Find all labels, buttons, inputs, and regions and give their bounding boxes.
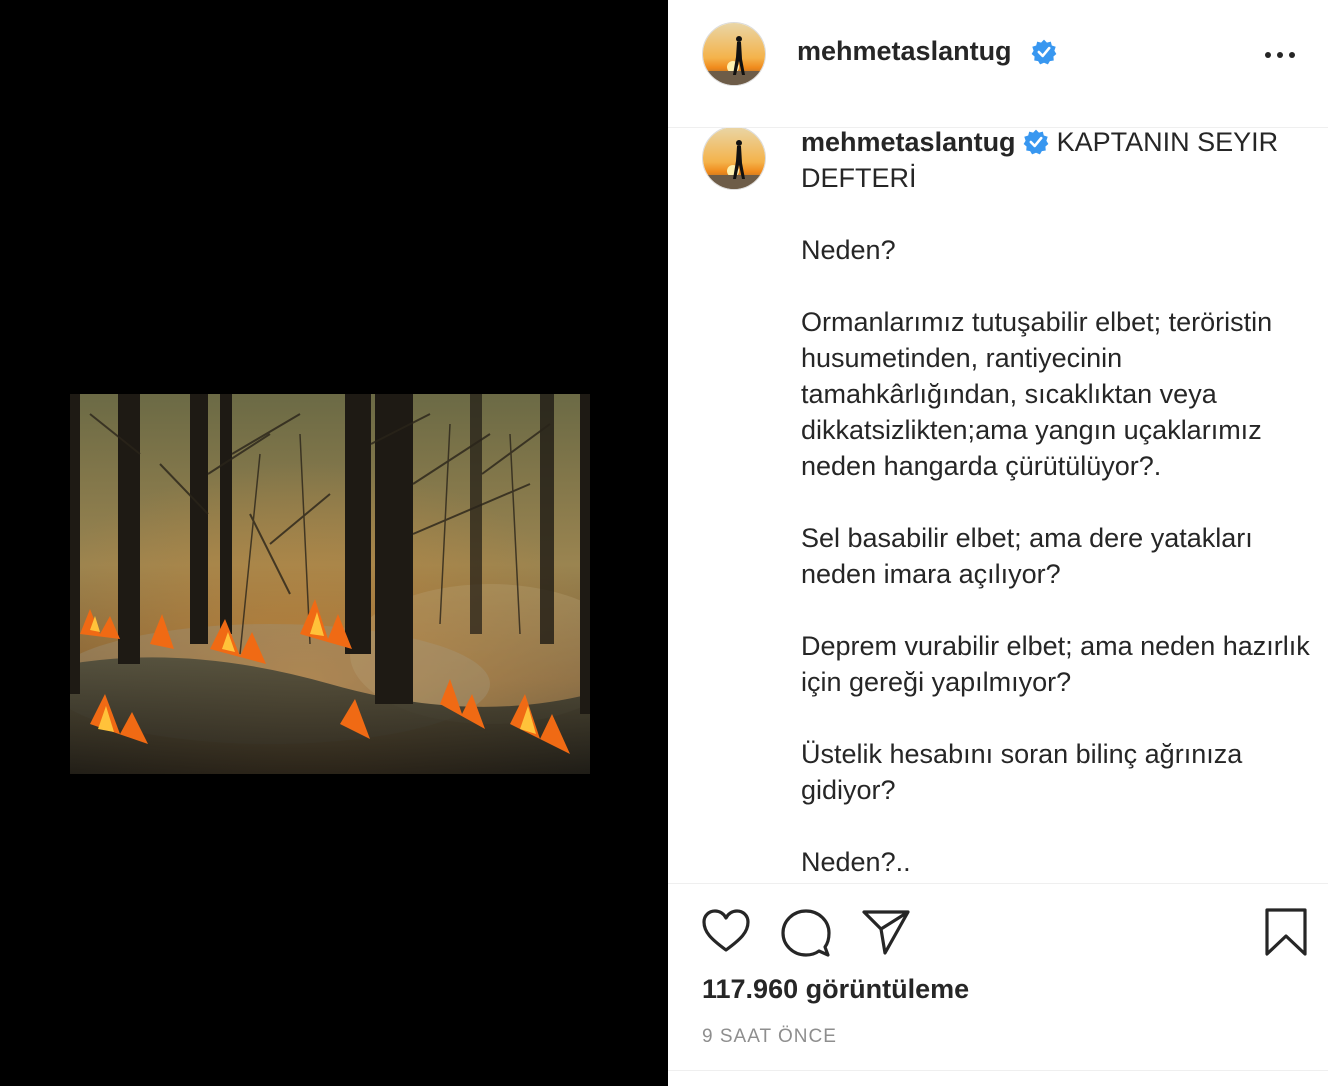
- ellipsis-icon: [1265, 52, 1295, 58]
- profile-avatar[interactable]: [702, 22, 766, 86]
- comment-icon: [781, 909, 831, 957]
- caption-paragraph: Üstelik hesabını soran bilinç ağrınıza g…: [801, 739, 1243, 805]
- caption-avatar[interactable]: [702, 128, 766, 190]
- views-count[interactable]: 117.960 görüntüleme: [702, 974, 969, 1005]
- forest-fire-photo[interactable]: [70, 394, 590, 774]
- caption-username[interactable]: mehmetaslantug: [801, 128, 1016, 157]
- paper-plane-icon: [862, 910, 910, 955]
- verified-badge-icon: [1023, 129, 1049, 155]
- caption-paragraph: Neden?: [801, 235, 896, 265]
- post-username[interactable]: mehmetaslantug: [797, 36, 1012, 67]
- caption-paragraph: Deprem vurabilir elbet; ama neden hazırl…: [801, 631, 1310, 697]
- post-header: mehmetaslantug: [668, 0, 1328, 128]
- caption-paragraph: Sel basabilir elbet; ama dere yatakları …: [801, 523, 1253, 589]
- verified-badge-icon: [1031, 39, 1057, 65]
- like-button[interactable]: [701, 908, 751, 959]
- post-side-pane: mehmetaslantug mehmetaslantug KAPTANIN S…: [668, 0, 1328, 1086]
- comment-button[interactable]: [781, 908, 831, 963]
- bookmark-icon: [1265, 908, 1307, 956]
- post-media-pane: [0, 0, 668, 1086]
- post-timestamp[interactable]: 9 SAAT ÖNCE: [702, 1026, 837, 1048]
- caption-area: mehmetaslantug KAPTANIN SEYIR DEFTERİ Ne…: [668, 128, 1328, 883]
- post-actions-bar: 117.960 görüntüleme 9 SAAT ÖNCE: [668, 883, 1328, 1086]
- caption-text: mehmetaslantug KAPTANIN SEYIR DEFTERİ Ne…: [801, 128, 1321, 880]
- share-button[interactable]: [861, 908, 911, 961]
- caption-paragraph: Neden?..: [801, 847, 911, 877]
- divider: [668, 1070, 1328, 1071]
- save-button[interactable]: [1264, 907, 1308, 962]
- caption-paragraph: Ormanlarımız tutuşabilir elbet; terörist…: [801, 307, 1273, 481]
- more-options-button[interactable]: [1260, 40, 1300, 70]
- heart-icon: [702, 909, 750, 952]
